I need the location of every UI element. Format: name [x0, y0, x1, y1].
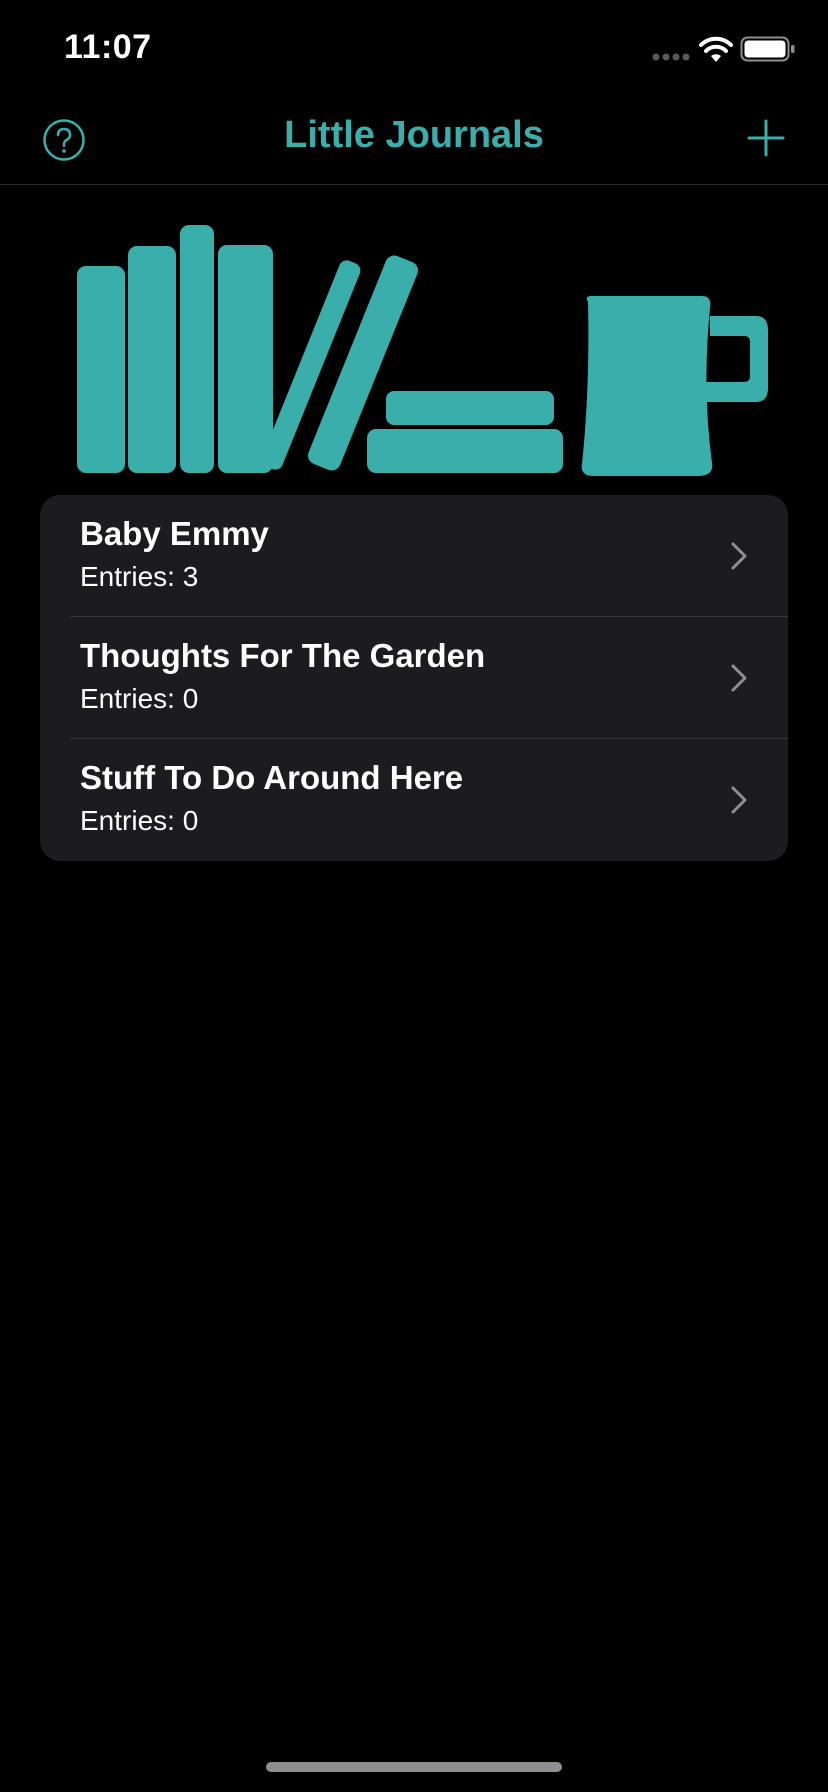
bookshelf-with-mug-illustration: [77, 225, 768, 476]
list-item[interactable]: Stuff To Do Around Here Entries: 0: [40, 739, 788, 861]
list-item[interactable]: Thoughts For The Garden Entries: 0: [40, 617, 788, 739]
journal-entry-count: Entries: 3: [80, 561, 199, 592]
navigation-bar: Little Journals: [0, 96, 828, 185]
chevron-right-icon: [731, 542, 747, 570]
journal-title: Baby Emmy: [80, 515, 269, 552]
journal-entry-count: Entries: 0: [80, 683, 199, 714]
battery-icon: [740, 36, 795, 62]
wifi-icon: [699, 36, 733, 62]
status-bar: 11:07: [0, 0, 828, 96]
home-indicator[interactable]: [266, 1762, 562, 1772]
chevron-right-icon: [731, 664, 747, 692]
plus-icon[interactable]: [746, 118, 786, 158]
cellular-signal-icon: [652, 53, 690, 61]
journal-title: Stuff To Do Around Here: [80, 759, 464, 796]
journal-entry-count: Entries: 0: [80, 805, 199, 836]
list-item[interactable]: Baby Emmy Entries: 3: [40, 495, 788, 617]
chevron-right-icon: [731, 786, 747, 814]
journal-title: Thoughts For The Garden: [80, 637, 486, 674]
journal-list: Baby Emmy Entries: 3 Thoughts For The Ga…: [40, 495, 788, 861]
page-title: Little Journals: [284, 114, 544, 156]
status-time: 11:07: [64, 28, 152, 66]
